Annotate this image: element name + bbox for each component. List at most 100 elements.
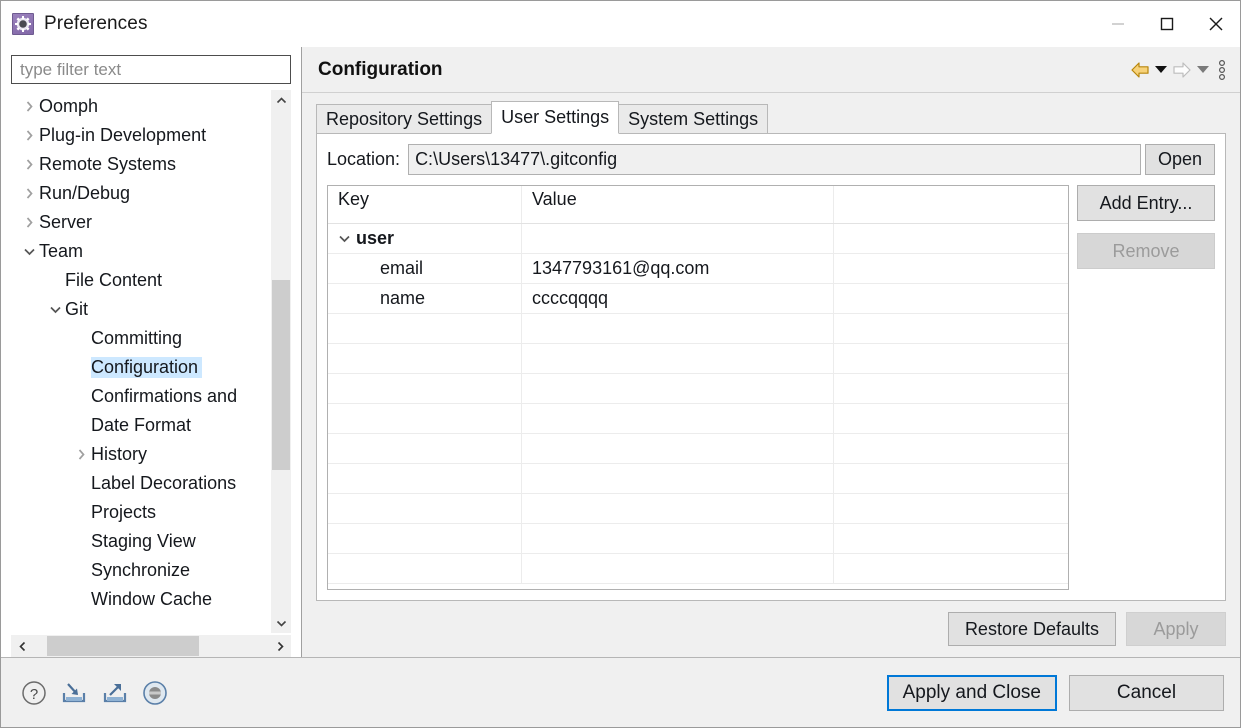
chevron-down-icon[interactable] [338,232,356,245]
navigation-panel: Oomph Plug-in Development Remote Systems Ru… [1,47,301,657]
forward-arrow-icon[interactable] [1172,61,1192,79]
dialog-action-buttons: Apply and Close Cancel [886,674,1224,711]
back-arrow-icon[interactable] [1130,61,1150,79]
table-cell-value[interactable]: ccccqqqq [522,284,834,313]
chevron-right-icon[interactable] [19,129,39,142]
sidebar-item-run-debug[interactable]: Run/Debug [11,179,271,208]
scrollbar-thumb-horizontal[interactable] [47,636,199,656]
sidebar-item-git[interactable]: Git [11,295,271,324]
search-input[interactable] [18,58,284,81]
sidebar-item-confirmations-and[interactable]: Confirmations and [11,382,271,411]
location-field[interactable]: C:\Users\13477\.gitconfig [408,143,1141,175]
import-icon[interactable] [60,680,88,706]
chevron-down-icon[interactable] [19,245,39,258]
chevron-down-icon[interactable] [271,613,291,633]
table-cell-empty [328,524,522,553]
sidebar-item-label: Date Format [91,415,192,435]
table-row-empty[interactable] [328,314,1068,344]
open-button[interactable]: Open [1144,143,1215,175]
sidebar-item-committing[interactable]: Committing [11,324,271,353]
chevron-right-icon[interactable] [19,158,39,171]
sidebar-item-projects[interactable]: Projects [11,498,271,527]
location-label: Location: [327,148,401,169]
sidebar-item-oomph[interactable]: Oomph [11,92,271,121]
tab-user-settings[interactable]: User Settings [491,101,620,134]
sidebar-item-plug-in-development[interactable]: Plug-in Development [11,121,271,150]
chevron-left-icon[interactable] [11,635,33,657]
table-row-empty[interactable] [328,344,1068,374]
sidebar-item-label-decorations[interactable]: Label Decorations [11,469,271,498]
table-row[interactable]: name ccccqqqq [328,284,1068,314]
chevron-right-icon[interactable] [19,216,39,229]
filter-box[interactable] [11,55,291,84]
tree-horizontal-scrollbar[interactable] [11,635,291,657]
table-cell-empty [328,554,522,583]
tree-vertical-scrollbar[interactable] [271,90,291,633]
user-settings-panel: Location: C:\Users\13477\.gitconfig Open… [316,133,1226,601]
sidebar-item-label: Plug-in Development [39,125,207,145]
sidebar-item-window-cache[interactable]: Window Cache [11,585,271,614]
page-content: Repository Settings User Settings System S… [302,93,1240,601]
restore-defaults-button[interactable]: Restore Defaults [947,612,1116,646]
table-cell-value[interactable] [522,224,834,253]
table-row-empty[interactable] [328,374,1068,404]
add-entry-button[interactable]: Add Entry... [1077,185,1215,221]
scrollbar-thumb-vertical[interactable] [272,280,290,470]
export-icon[interactable] [101,680,129,706]
table-row[interactable]: email 1347793161@qq.com [328,254,1068,284]
preference-tree[interactable]: Oomph Plug-in Development Remote Systems Ru… [11,90,271,633]
table-cell-empty [522,344,834,373]
tab-repository-settings[interactable]: Repository Settings [316,104,493,134]
chevron-down-icon[interactable] [45,303,65,316]
table-row-empty[interactable] [328,524,1068,554]
remove-button: Remove [1077,233,1215,269]
table-cell-empty [834,464,1068,493]
sidebar-item-label: Run/Debug [39,183,131,203]
window-controls [1093,1,1240,47]
chevron-right-icon[interactable] [71,448,91,461]
back-menu-triangle-down-icon[interactable] [1155,65,1167,74]
column-header[interactable] [834,186,1068,223]
sidebar-item-server[interactable]: Server [11,208,271,237]
table-cell-empty [834,494,1068,523]
help-icon[interactable]: ? [21,680,47,706]
table-row-empty[interactable] [328,554,1068,584]
config-table[interactable]: Key Value user email 1347793161@qq.com name cc… [327,185,1069,590]
close-icon[interactable] [1191,1,1240,47]
chevron-right-icon[interactable] [269,635,291,657]
minimize-icon[interactable] [1093,1,1142,47]
chevron-right-icon[interactable] [19,187,39,200]
table-row-empty[interactable] [328,464,1068,494]
sidebar-item-history[interactable]: History [11,440,271,469]
svg-text:?: ? [30,686,38,703]
maximize-icon[interactable] [1142,1,1191,47]
cancel-button[interactable]: Cancel [1069,674,1224,711]
chevron-up-icon[interactable] [271,90,291,110]
sidebar-item-file-content[interactable]: File Content [11,266,271,295]
toggle-icon[interactable] [142,680,168,706]
sidebar-item-synchronize[interactable]: Synchronize [11,556,271,585]
sidebar-item-label: Synchronize [91,560,191,580]
table-side-buttons: Add Entry... Remove [1069,185,1215,590]
table-cell-empty [328,464,522,493]
table-row-empty[interactable] [328,434,1068,464]
table-row[interactable]: user [328,224,1068,254]
table-row-empty[interactable] [328,494,1068,524]
table-row-empty[interactable] [328,404,1068,434]
chevron-right-icon[interactable] [19,100,39,113]
sidebar-item-label: Oomph [39,96,99,116]
sidebar-item-staging-view[interactable]: Staging View [11,527,271,556]
apply-and-close-button[interactable]: Apply and Close [886,674,1057,711]
sidebar-item-team[interactable]: Team [11,237,271,266]
tab-system-settings[interactable]: System Settings [618,104,769,134]
table-cell-value[interactable]: 1347793161@qq.com [522,254,834,283]
column-header[interactable]: Value [522,186,834,223]
settings-tabs: Repository Settings User Settings System S… [316,101,1226,134]
dialog-body: Oomph Plug-in Development Remote Systems Ru… [1,47,1240,657]
sidebar-item-remote-systems[interactable]: Remote Systems [11,150,271,179]
forward-menu-triangle-down-icon[interactable] [1197,65,1209,74]
sidebar-item-date-format[interactable]: Date Format [11,411,271,440]
column-header[interactable]: Key [328,186,522,223]
vertical-dots-icon[interactable] [1218,59,1226,81]
sidebar-item-configuration[interactable]: Configuration [11,353,271,382]
